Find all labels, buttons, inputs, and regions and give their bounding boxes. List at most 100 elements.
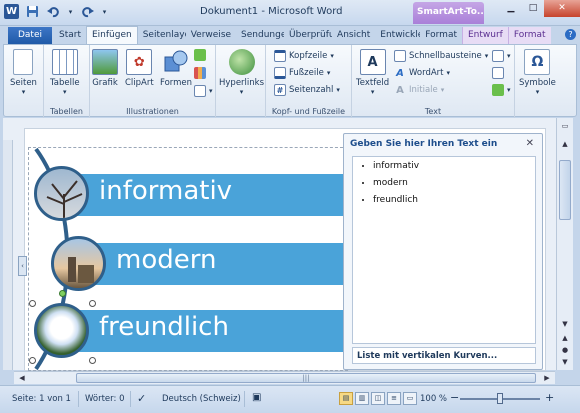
tab-ansicht[interactable]: Ansicht bbox=[332, 27, 375, 44]
group-text: A Textfeld ▾ Schnellbausteine ▾ A WordArt… bbox=[352, 45, 515, 118]
horizontal-scrollbar[interactable]: ◀ ||| ▶ bbox=[14, 371, 555, 384]
outline-view-button[interactable]: ≡ bbox=[387, 392, 401, 405]
smartart-item-3-image[interactable] bbox=[34, 303, 89, 358]
wordart-icon: A bbox=[396, 67, 404, 79]
tabelle-button[interactable]: Tabelle ▾ bbox=[50, 49, 80, 96]
clipart-button[interactable]: ✿ ClipArt bbox=[125, 49, 154, 88]
next-page-button[interactable]: ▼ bbox=[559, 356, 571, 368]
close-icon[interactable]: ✕ bbox=[526, 138, 534, 149]
redo-icon[interactable] bbox=[80, 4, 95, 19]
page-count[interactable]: Seite: 1 von 1 bbox=[12, 394, 71, 404]
screenshot-button[interactable]: ▾ bbox=[194, 85, 213, 97]
textfeld-button[interactable]: A Textfeld ▾ bbox=[356, 49, 389, 96]
save-icon[interactable] bbox=[25, 4, 40, 19]
previous-page-button[interactable]: ▲ bbox=[559, 332, 571, 344]
tab-sendungen[interactable]: Sendunge bbox=[236, 27, 284, 44]
horizontal-scroll-thumb[interactable]: ||| bbox=[76, 373, 536, 383]
tab-start[interactable]: Start bbox=[54, 27, 86, 44]
layout-name-link[interactable]: Liste mit vertikalen Kurven... bbox=[352, 347, 536, 364]
web-layout-button[interactable]: ◫ bbox=[371, 392, 385, 405]
vertical-scrollbar[interactable]: ▭ ▲ ▼ ▲ ● ▼ bbox=[556, 118, 573, 370]
selection-handle[interactable] bbox=[89, 357, 96, 364]
group-label-tabellen: Tabellen bbox=[50, 107, 83, 116]
wordart-button[interactable]: A WordArt ▾ bbox=[394, 67, 450, 79]
selection-handle[interactable] bbox=[89, 300, 96, 307]
vertical-scroll-thumb[interactable] bbox=[559, 160, 571, 220]
minimize-button[interactable]: ▁ bbox=[500, 0, 522, 17]
close-button[interactable]: ✕ bbox=[544, 0, 580, 17]
undo-dropdown-icon[interactable]: ▾ bbox=[67, 4, 74, 19]
list-item[interactable]: modern bbox=[373, 178, 535, 188]
initiale-button[interactable]: A Initiale ▾ bbox=[394, 84, 444, 96]
status-bar: Seite: 1 von 1 Wörter: 0 ✓ Deutsch (Schw… bbox=[0, 385, 580, 413]
divider bbox=[78, 391, 79, 407]
maximize-button[interactable]: □ bbox=[522, 0, 544, 17]
chevron-down-icon: ▾ bbox=[63, 88, 67, 96]
language[interactable]: Deutsch (Schweiz) bbox=[162, 394, 241, 404]
object-button[interactable]: ▾ bbox=[492, 84, 511, 96]
smartart-item-2-image[interactable] bbox=[51, 236, 106, 291]
signature-line-button[interactable]: ▾ bbox=[492, 50, 511, 62]
list-item[interactable]: freundlich bbox=[373, 195, 535, 205]
tab-verweise[interactable]: Verweise bbox=[186, 27, 236, 44]
word-app-icon[interactable]: W bbox=[4, 4, 19, 19]
schnellbausteine-button[interactable]: Schnellbausteine ▾ bbox=[394, 50, 488, 62]
scroll-left-button[interactable]: ◀ bbox=[16, 372, 28, 384]
formen-button[interactable]: Formen bbox=[160, 49, 192, 88]
group-hyperlinks: Hyperlinks ▾ bbox=[216, 45, 266, 118]
smartart-item-3-text[interactable]: freundlich bbox=[99, 312, 229, 342]
zoom-out-button[interactable]: − bbox=[450, 391, 459, 404]
tab-einfuegen[interactable]: Einfügen bbox=[86, 26, 138, 44]
zoom-level[interactable]: 100 % bbox=[420, 394, 447, 404]
zoom-slider-thumb[interactable] bbox=[497, 393, 503, 404]
tab-seitenlayout[interactable]: Seitenlayo bbox=[138, 27, 186, 44]
smartart-button[interactable] bbox=[194, 49, 206, 61]
rotation-handle[interactable] bbox=[59, 290, 66, 297]
ruler-toggle-icon[interactable]: ▭ bbox=[559, 120, 571, 132]
word-count[interactable]: Wörter: 0 bbox=[85, 394, 124, 404]
selection-handle[interactable] bbox=[29, 300, 36, 307]
full-screen-reading-button[interactable]: ▥ bbox=[355, 392, 369, 405]
chart-button[interactable] bbox=[194, 67, 206, 79]
vertical-ruler bbox=[3, 140, 13, 370]
smartart-item-1-text[interactable]: informativ bbox=[99, 176, 232, 206]
ribbon: Seiten ▾ Tabelle ▾ Tabellen Grafik ✿ Cli… bbox=[3, 44, 577, 118]
customize-qat-icon[interactable]: ▾ bbox=[101, 4, 108, 19]
datetime-button[interactable] bbox=[492, 67, 504, 79]
group-label-text: Text bbox=[424, 107, 442, 116]
tab-format-1[interactable]: Format bbox=[420, 27, 462, 44]
help-icon[interactable]: ? bbox=[561, 27, 580, 44]
hyperlinks-label: Hyperlinks bbox=[219, 78, 265, 88]
divider bbox=[244, 391, 245, 407]
print-layout-view-button[interactable]: ▤ bbox=[339, 392, 353, 405]
seitenzahl-button[interactable]: # Seitenzahl ▾ bbox=[274, 84, 340, 96]
zoom-in-button[interactable]: + bbox=[545, 391, 554, 404]
scroll-down-button[interactable]: ▼ bbox=[559, 318, 571, 330]
smartart-item-2-text[interactable]: modern bbox=[116, 245, 216, 275]
draft-view-button[interactable]: ▭ bbox=[403, 392, 417, 405]
symbole-button[interactable]: Ω Symbole ▾ bbox=[519, 49, 556, 96]
list-item[interactable]: informativ bbox=[373, 161, 535, 171]
hyperlinks-button[interactable]: Hyperlinks ▾ bbox=[219, 49, 264, 96]
chevron-down-icon: ▾ bbox=[440, 86, 445, 94]
tab-entwurf[interactable]: Entwurf bbox=[462, 27, 508, 44]
browse-object-button[interactable]: ● bbox=[559, 344, 571, 356]
scroll-right-button[interactable]: ▶ bbox=[541, 372, 553, 384]
macro-record-icon[interactable]: ▣ bbox=[252, 392, 261, 403]
proofing-icon[interactable]: ✓ bbox=[137, 392, 146, 405]
scroll-up-button[interactable]: ▲ bbox=[559, 138, 571, 150]
tab-entwicklertools[interactable]: Entwickle bbox=[375, 27, 420, 44]
fusszeile-button[interactable]: Fußzeile ▾ bbox=[274, 67, 330, 79]
tab-format-smartart[interactable]: Format bbox=[507, 27, 551, 44]
selection-handle[interactable] bbox=[29, 357, 36, 364]
text-pane-list[interactable]: informativ modern freundlich bbox=[352, 156, 536, 344]
ribbon-tabs: Datei Start Einfügen Seitenlayo Verweise… bbox=[0, 26, 580, 44]
tab-datei[interactable]: Datei bbox=[8, 27, 52, 44]
grafik-button[interactable]: Grafik bbox=[92, 49, 118, 88]
undo-icon[interactable] bbox=[46, 4, 61, 19]
seiten-button[interactable]: Seiten ▾ bbox=[10, 49, 37, 96]
tab-ueberpruefen[interactable]: Überprüfu bbox=[284, 27, 332, 44]
text-pane-toggle-handle[interactable]: ‹ bbox=[18, 256, 27, 276]
kopfzeile-button[interactable]: Kopfzeile ▾ bbox=[274, 50, 334, 62]
smartart-item-1-image[interactable] bbox=[34, 166, 89, 221]
